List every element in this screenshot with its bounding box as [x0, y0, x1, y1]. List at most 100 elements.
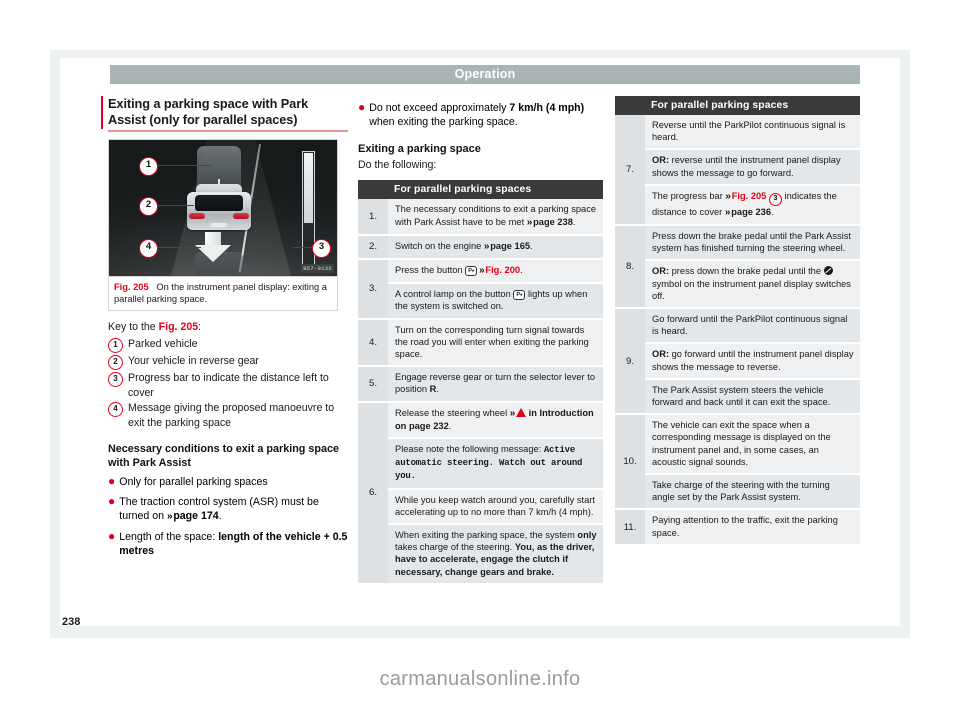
step-6b-before: Please note the following message:: [395, 444, 544, 455]
bullet-dot-icon: ●: [108, 493, 116, 508]
condition-text-2: The traction control system (ASR) must b…: [119, 495, 348, 525]
step-8b-or: OR:: [652, 266, 670, 277]
ego-vehicle: [185, 178, 253, 232]
list-item: 4 Message giving the proposed manoeuvre …: [108, 401, 348, 430]
table-row: A control lamp on the button P● lights u…: [358, 283, 603, 320]
step-5-before: Engage reverse gear or turn the selector…: [395, 372, 595, 395]
key-intro-figure-ref: Fig. 205: [158, 321, 199, 334]
chapter-title: Operation: [454, 67, 516, 81]
step-3b-before: A control lamp on the button: [395, 289, 514, 300]
table-header-row: For parallel parking spaces: [358, 180, 603, 200]
steps-table-left-header: For parallel parking spaces: [388, 180, 603, 200]
key-label-2: Your vehicle in reverse gear: [128, 355, 259, 367]
callout-leader-2: [156, 204, 194, 207]
speed-bullet-before: Do not exceed approximately: [369, 102, 510, 114]
taillight-right: [233, 212, 249, 219]
callout-leader-4: [156, 246, 201, 249]
bullet-dot-icon: ●: [108, 528, 116, 543]
key-label-1: Parked vehicle: [128, 338, 198, 350]
chapter-header-bar: Operation: [110, 65, 860, 84]
step-text-3a: Press the button P● » Fig. 200.: [388, 259, 603, 285]
key-marker-1: 1: [108, 338, 123, 353]
figure-205: 1 2 4 3 B57-0136 Fig. 205 On the instrum…: [108, 138, 338, 312]
step-number-2: 2.: [358, 234, 388, 261]
figure-caption-number: Fig. 205: [114, 281, 149, 292]
table-row: 1. The necessary conditions to exit a pa…: [358, 199, 603, 236]
step-number-10: 10.: [615, 414, 645, 511]
taillight-left: [189, 212, 205, 219]
step-text-6a: Release the steering wheel » in Introduc…: [388, 401, 603, 440]
step-text-9b: OR: go forward until the instrument pane…: [645, 343, 860, 380]
condition-text-3: Length of the space: length of the vehic…: [119, 530, 348, 559]
step-number-5: 5.: [358, 366, 388, 403]
step-text-9a: Go forward until the ParkPilot continuou…: [645, 308, 860, 345]
step-number-11: 11.: [615, 509, 645, 546]
key-marker-2: 2: [108, 355, 123, 370]
key-label-4: Message giving the proposed manoeuvre to…: [128, 402, 335, 429]
step-8b-after: symbol on the instrument panel display s…: [652, 278, 851, 301]
step-8b-mid: press down the brake pedal until the: [669, 266, 824, 277]
table-row: 4. Turn on the corresponding turn signal…: [358, 318, 603, 368]
table-row: 9. Go forward until the ParkPilot contin…: [615, 308, 860, 416]
list-item: 2 Your vehicle in reverse gear: [108, 354, 348, 370]
vehicle-rear-window: [195, 194, 243, 211]
key-intro-prefix: Key to the: [108, 321, 159, 334]
step-1-after: .: [572, 216, 576, 227]
figure-key-list: 1 Parked vehicle 2 Your vehicle in rever…: [108, 337, 348, 430]
bullet-dot-icon: ●: [108, 474, 116, 489]
table-row: 7. Reverse until the ParkPilot continuou…: [615, 115, 860, 227]
table-row: When exiting the parking space, the syst…: [358, 524, 603, 585]
step-text-7b: OR: reverse until the instrument panel d…: [645, 149, 860, 186]
exiting-intro: Do the following:: [358, 158, 437, 171]
step-text-10b: Take charge of the steering with the tur…: [645, 474, 860, 511]
condition-2-after: .: [218, 510, 222, 523]
bullet-dot-icon: ●: [358, 100, 366, 114]
step-2-ref: page 165: [490, 240, 531, 251]
list-item: ● The traction control system (ASR) must…: [108, 493, 348, 525]
step-5-after: .: [436, 384, 439, 395]
right-column: For parallel parking spaces 7. Reverse u…: [615, 96, 860, 546]
speed-limit-bullet: ● Do not exceed approximately 7 km/h (4 …: [358, 101, 603, 130]
table-row: 10. The vehicle can exit the space when …: [615, 414, 860, 511]
list-item: ● Only for parallel parking spaces: [108, 475, 348, 489]
step-3a-figref: Fig. 200: [485, 265, 521, 276]
step-7c-pageref: page 236: [731, 206, 772, 217]
warning-triangle-icon: [516, 407, 527, 417]
list-item: 3 Progress bar to indicate the distance …: [108, 371, 348, 400]
step-3a-before: Press the button: [395, 265, 466, 276]
step-6d-mid: takes charge of the steering.: [395, 542, 515, 553]
table-row: 8. Press down the brake pedal until the …: [615, 225, 860, 310]
step-text-3b: A control lamp on the button P● lights u…: [388, 283, 603, 320]
step-text-7a: Reverse until the ParkPilot continuous s…: [645, 115, 860, 151]
step-text-6b: Please note the following message: Activ…: [388, 438, 603, 490]
step-7c-before: The progress bar: [652, 190, 726, 201]
figure-caption: Fig. 205 On the instrument panel display…: [109, 275, 337, 311]
step-1-ref: page 238: [533, 216, 573, 227]
list-item: ● Length of the space: length of the veh…: [108, 528, 348, 559]
speed-bullet-value: 7 km/h (4 mph): [509, 102, 585, 114]
step-7b-after: reverse until the instrument panel displ…: [652, 155, 841, 178]
step-6d-before: When exiting the parking space, the syst…: [395, 530, 578, 541]
list-item: 1 Parked vehicle: [108, 337, 348, 353]
left-column: Exiting a parking space with Park Assist…: [101, 96, 348, 559]
page-number: 238: [62, 616, 81, 628]
licence-plate: [211, 222, 227, 227]
park-assist-button-icon: P●: [513, 290, 526, 301]
table-row: While you keep watch around you, careful…: [358, 488, 603, 526]
table-row: Take charge of the steering with the tur…: [615, 474, 860, 511]
table-row: OR: press down the brake pedal until the…: [615, 260, 860, 310]
step-3a-after: .: [520, 265, 523, 276]
red-accent-bar: [101, 96, 103, 129]
step-text-11: Paying attention to the traffic, exit th…: [645, 509, 860, 546]
title-underline: [108, 130, 348, 132]
site-watermark: carmanualsonline.info: [379, 668, 581, 690]
page-title: Exiting a parking space with Park Assist…: [108, 96, 309, 127]
section-heading-block: Exiting a parking space with Park Assist…: [101, 96, 348, 132]
step-text-10a: The vehicle can exit the space when a co…: [645, 414, 860, 476]
callout-leader-3: [292, 246, 314, 249]
park-assist-button-icon: P●: [465, 266, 478, 277]
step-9b-after: go forward until the instrument panel di…: [652, 349, 854, 372]
step-text-2: Switch on the engine » page 165.: [388, 234, 603, 261]
steps-table-left: For parallel parking spaces 1. The neces…: [358, 180, 603, 585]
step-2-after: .: [530, 240, 533, 251]
